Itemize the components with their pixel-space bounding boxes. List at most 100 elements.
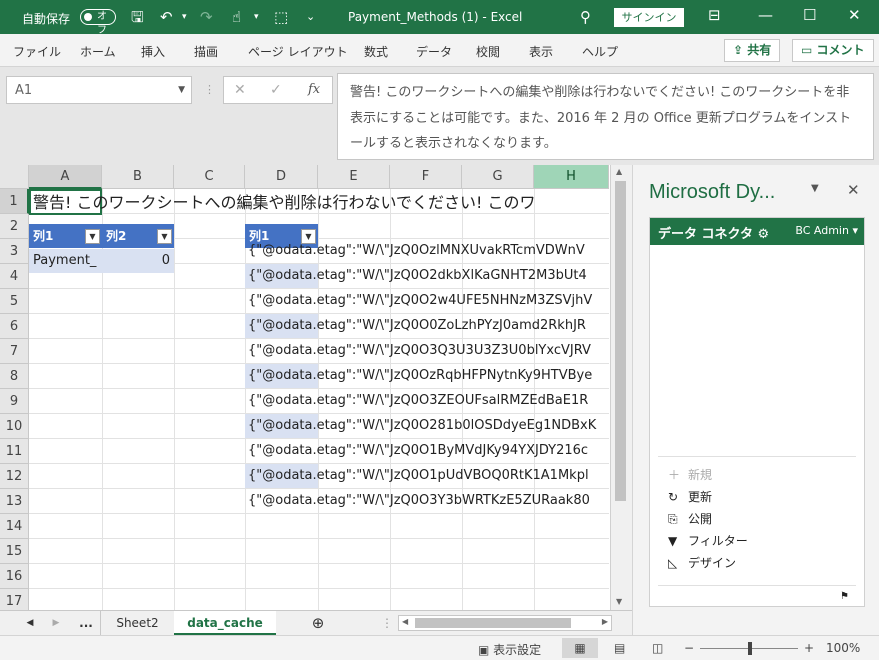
cell-d8[interactable]: {"@odata.etag":"W/\"JzQ0OzRqbHFPNytnKy9H…: [245, 364, 609, 388]
cell-d11[interactable]: {"@odata.etag":"W/\"JzQ0O1ByMVdJKy94YXJD…: [245, 439, 609, 463]
share-button[interactable]: ⇪ 共有: [724, 39, 781, 62]
table1-header-2[interactable]: 列2 ▼: [102, 224, 174, 248]
pane-options-icon[interactable]: ▼: [811, 183, 819, 194]
display-settings-button[interactable]: ▣ 表示設定: [478, 641, 541, 658]
tab-draw[interactable]: 描画: [194, 43, 218, 60]
signin-button[interactable]: サインイン: [614, 8, 684, 27]
scroll-down-icon[interactable]: ▼: [616, 597, 622, 606]
more-sheets-button[interactable]: ...: [74, 611, 98, 635]
select-all-corner[interactable]: [0, 165, 29, 189]
table1-header-1[interactable]: 列1 ▼: [29, 224, 102, 248]
row-header-10[interactable]: 10: [0, 414, 29, 439]
column-header-e[interactable]: E: [318, 165, 390, 189]
close-icon[interactable]: ✕: [848, 6, 861, 24]
row-header-14[interactable]: 14: [0, 514, 29, 539]
menu-publish[interactable]: ⎘ 公開: [668, 510, 712, 527]
row-header-17[interactable]: 17: [0, 589, 29, 610]
next-sheet-icon[interactable]: ▶: [48, 611, 64, 635]
name-box-dropdown-icon[interactable]: ▼: [178, 85, 185, 95]
tab-splitter-icon[interactable]: ⋮: [381, 611, 393, 635]
sheet-tab-data-cache[interactable]: data_cache: [174, 611, 276, 635]
row-header-2[interactable]: 2: [0, 214, 29, 239]
scroll-right-icon[interactable]: ▶: [602, 617, 608, 626]
tab-insert[interactable]: 挿入: [141, 43, 165, 60]
row-header-12[interactable]: 12: [0, 464, 29, 489]
cell-d5[interactable]: {"@odata.etag":"W/\"JzQ0O2w4UFE5NHNzM3ZS…: [245, 289, 609, 313]
tab-home[interactable]: ホーム: [80, 43, 116, 60]
column-header-b[interactable]: B: [102, 165, 174, 189]
cell-a3[interactable]: Payment_: [29, 249, 102, 273]
sheet-tab-sheet2[interactable]: Sheet2: [100, 611, 174, 635]
comments-button[interactable]: ▭ コメント: [792, 39, 874, 62]
pane-close-icon[interactable]: ✕: [847, 181, 860, 199]
cell-d3[interactable]: {"@odata.etag":"W/\"JzQ0OzlMNXUvakRTcmVD…: [245, 239, 609, 263]
touch-mode-icon[interactable]: ☝: [232, 8, 241, 26]
row-header-1[interactable]: 1: [0, 189, 29, 214]
tab-review[interactable]: 校閲: [476, 43, 500, 60]
row-header-4[interactable]: 4: [0, 264, 29, 289]
autosave-toggle[interactable]: オフ: [80, 9, 116, 36]
scroll-left-icon[interactable]: ◀: [402, 617, 408, 626]
column-header-a[interactable]: A: [29, 165, 102, 189]
maximize-icon[interactable]: ☐: [803, 6, 816, 24]
normal-view-icon[interactable]: ▦: [562, 638, 598, 658]
menu-design[interactable]: ◺ デザイン: [668, 554, 736, 571]
cell-d4[interactable]: {"@odata.etag":"W/\"JzQ0O2dkbXlKaGNHT2M3…: [245, 264, 609, 288]
formula-input[interactable]: 警告! このワークシートへの編集や削除は行わないでください! このワークシートを…: [337, 73, 874, 160]
page-break-view-icon[interactable]: ◫: [652, 641, 663, 655]
scroll-up-icon[interactable]: ▲: [616, 167, 622, 176]
prev-sheet-icon[interactable]: ◀: [22, 611, 38, 635]
filter-dropdown-icon[interactable]: ▼: [85, 229, 100, 244]
ribbon-display-options-icon[interactable]: ⊟: [708, 6, 721, 24]
zoom-slider-handle[interactable]: [748, 642, 752, 655]
column-header-f[interactable]: F: [390, 165, 462, 189]
row-header-6[interactable]: 6: [0, 314, 29, 339]
tab-file[interactable]: ファイル: [13, 43, 61, 60]
touch-dropdown-icon[interactable]: ▾: [254, 8, 259, 26]
horizontal-scrollbar[interactable]: ◀ ▶: [398, 615, 612, 631]
row-header-3[interactable]: 3: [0, 239, 29, 264]
cell-d13[interactable]: {"@odata.etag":"W/\"JzQ0O3Y3bWRTKzE5ZURa…: [245, 489, 609, 513]
vertical-scroll-thumb[interactable]: [615, 181, 626, 501]
cell-a1[interactable]: 警告! このワークシートへの編集や削除は行わないでください! このワ: [30, 191, 610, 215]
tab-data[interactable]: データ: [416, 43, 452, 60]
tab-help[interactable]: ヘルプ: [582, 43, 618, 60]
column-header-g[interactable]: G: [462, 165, 534, 189]
undo-dropdown-icon[interactable]: ▾: [182, 8, 187, 26]
cell-d9[interactable]: {"@odata.etag":"W/\"JzQ0O3ZEOUFsalRMZEdB…: [245, 389, 609, 413]
menu-refresh[interactable]: ↻ 更新: [668, 488, 712, 505]
formula-bar-grip-icon[interactable]: ⋮: [204, 83, 215, 96]
filter-dropdown-icon[interactable]: ▼: [157, 229, 172, 244]
search-icon[interactable]: ⚲: [580, 8, 591, 26]
add-sheet-icon[interactable]: ⊕: [308, 611, 328, 635]
tab-page-layout[interactable]: ページ レイアウト: [248, 43, 348, 60]
column-header-h[interactable]: H: [534, 165, 609, 189]
customize-qat-icon[interactable]: ⌄: [306, 8, 315, 26]
save-icon[interactable]: 🖫: [131, 8, 144, 26]
zoom-level[interactable]: 100%: [826, 641, 860, 655]
insert-function-icon[interactable]: fx: [308, 82, 320, 97]
row-header-8[interactable]: 8: [0, 364, 29, 389]
row-header-16[interactable]: 16: [0, 564, 29, 589]
row-header-11[interactable]: 11: [0, 439, 29, 464]
page-layout-view-icon[interactable]: ▤: [614, 641, 625, 655]
row-header-13[interactable]: 13: [0, 489, 29, 514]
column-header-d[interactable]: D: [245, 165, 318, 189]
select-objects-icon[interactable]: ⬚: [274, 8, 288, 26]
horizontal-scroll-thumb[interactable]: [415, 618, 571, 628]
flag-icon[interactable]: ⚑: [840, 591, 849, 602]
undo-icon[interactable]: ↶: [160, 8, 173, 26]
zoom-out-icon[interactable]: −: [684, 641, 694, 655]
cell-d10[interactable]: {"@odata.etag":"W/\"JzQ0O281b0lOSDdyeEg1…: [245, 414, 609, 438]
row-header-5[interactable]: 5: [0, 289, 29, 314]
worksheet-grid[interactable]: A B C D E F G H 1 2 3 4 5 6 7 8 9 10 11 12 13 14 15 16 1…: [0, 165, 632, 610]
user-menu[interactable]: BC Admin ▾: [795, 224, 858, 237]
zoom-in-icon[interactable]: +: [804, 641, 814, 655]
settings-gear-icon[interactable]: ⚙: [758, 227, 770, 242]
tab-view[interactable]: 表示: [529, 43, 553, 60]
row-header-7[interactable]: 7: [0, 339, 29, 364]
cell-d6[interactable]: {"@odata.etag":"W/\"JzQ0O0ZoLzhPYzJ0amd2…: [245, 314, 609, 338]
vertical-scrollbar[interactable]: ▲ ▼: [610, 165, 632, 610]
cell-d7[interactable]: {"@odata.etag":"W/\"JzQ0O3Q3U3U3Z3U0blYx…: [245, 339, 609, 363]
row-header-15[interactable]: 15: [0, 539, 29, 564]
